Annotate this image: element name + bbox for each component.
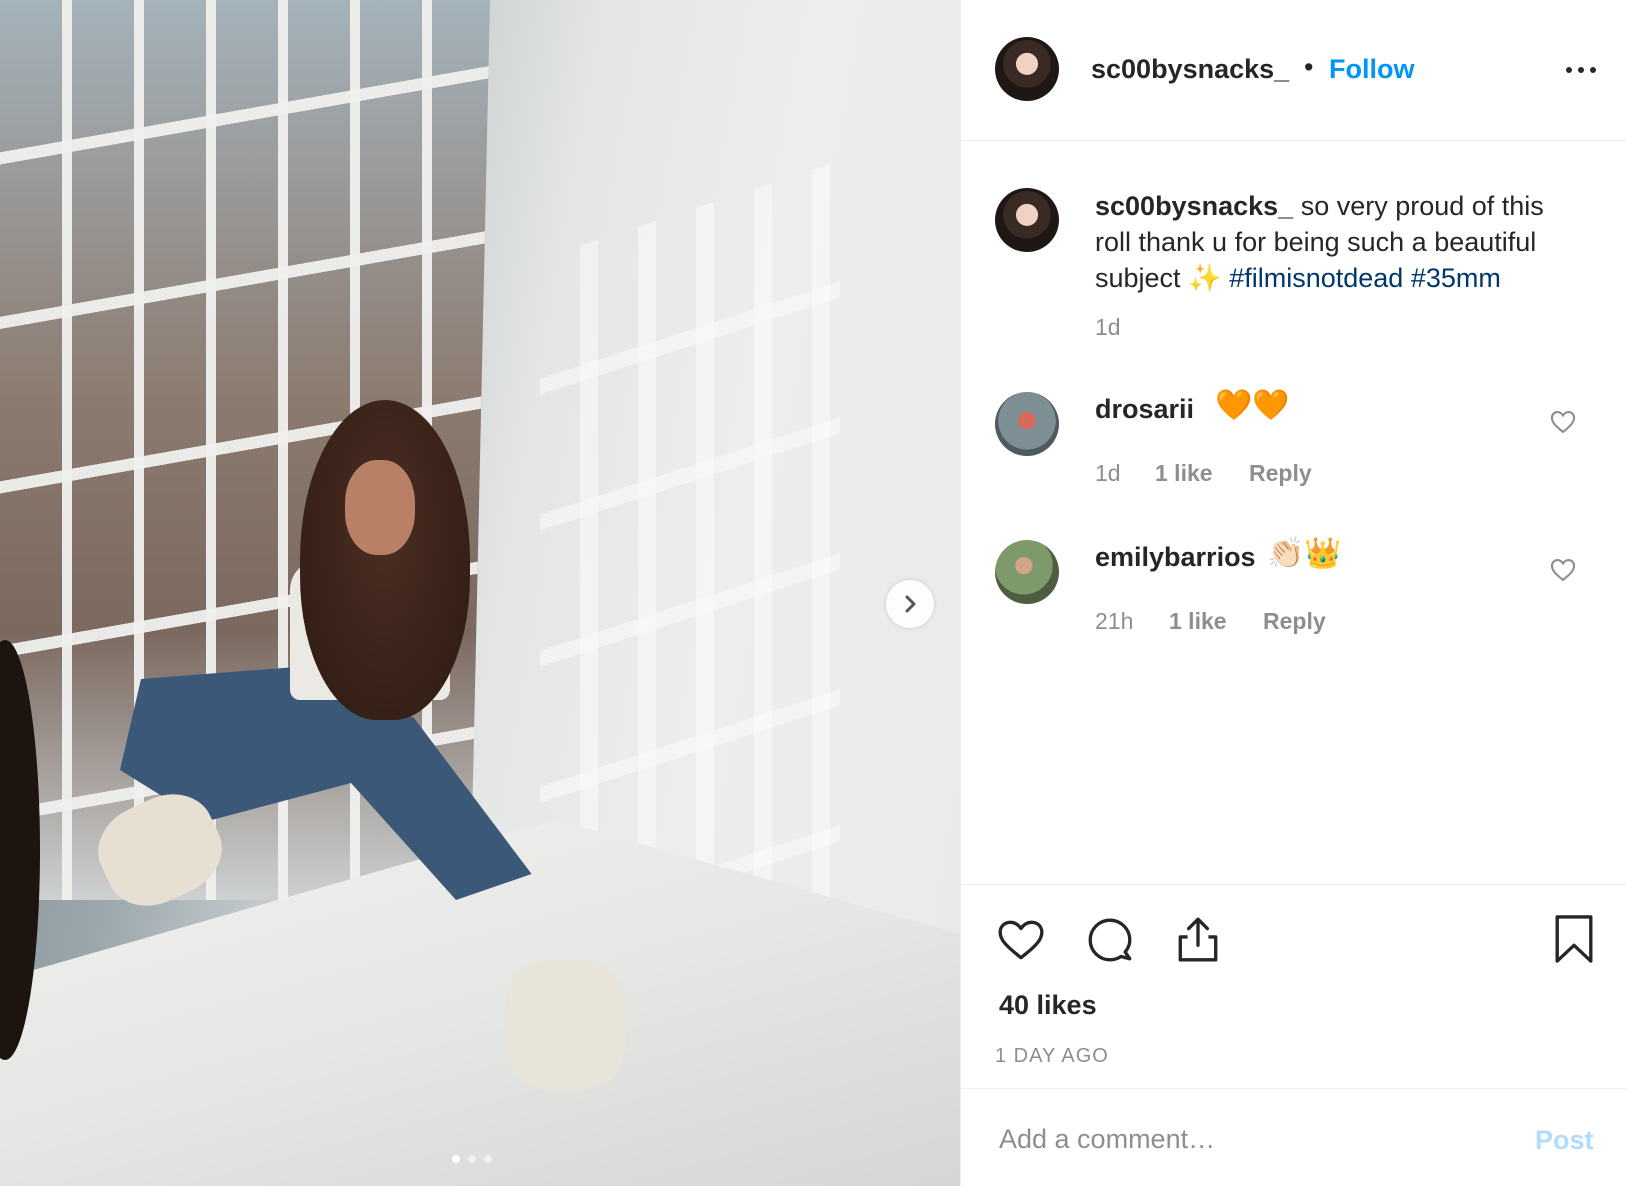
comment-reply-button[interactable]: Reply <box>1263 608 1326 635</box>
post-header: sc00bysnacks_ • Follow <box>961 0 1626 141</box>
author-username[interactable]: sc00bysnacks_ <box>1091 54 1289 85</box>
post-comment-button[interactable]: Post <box>1535 1125 1594 1156</box>
comment-username[interactable]: emilybarrios <box>1095 542 1256 573</box>
post-photo[interactable] <box>0 0 960 1186</box>
comment-bubble-icon[interactable] <box>1085 915 1135 965</box>
comment-reply-label[interactable]: Reply <box>1249 460 1312 486</box>
comment-timestamp[interactable]: 1d <box>1095 460 1121 487</box>
caption-emoji: ✨ <box>1188 263 1222 293</box>
comment-reply-button[interactable]: Reply <box>1249 460 1312 487</box>
photo-figure-face <box>345 460 415 555</box>
carousel-indicator <box>452 1155 492 1163</box>
comment-timestamp[interactable]: 21h <box>1095 608 1133 635</box>
more-options-button[interactable] <box>1561 50 1601 90</box>
like-heart-icon[interactable] <box>995 915 1047 965</box>
post-details-panel: sc00bysnacks_ • Follow sc00bysnacks_ so … <box>960 0 1626 1186</box>
comment-likes-text[interactable]: 1 like <box>1169 608 1227 634</box>
comment-text: 🧡🧡 <box>1215 389 1290 422</box>
comment-username[interactable]: drosarii <box>1095 394 1194 425</box>
photo-shoe-right <box>505 960 625 1090</box>
chevron-right-icon <box>905 595 916 613</box>
commenter-avatar[interactable] <box>995 392 1059 456</box>
follow-button[interactable]: Follow <box>1329 54 1414 85</box>
carousel-next-button[interactable] <box>886 580 934 628</box>
carousel-dot-2 <box>468 1155 476 1163</box>
comment-text: 👏🏻👑 <box>1267 537 1342 570</box>
caption-timestamp[interactable]: 1d <box>1095 314 1121 341</box>
comment-like-icon[interactable] <box>1549 556 1577 584</box>
caption-username[interactable]: sc00bysnacks_ <box>1095 191 1293 221</box>
bookmark-icon[interactable] <box>1553 913 1595 965</box>
more-options-icon <box>1566 67 1596 73</box>
header-separator: • <box>1304 52 1314 82</box>
author-avatar[interactable] <box>995 37 1059 101</box>
post-timestamp[interactable]: 1 DAY AGO <box>995 1045 1109 1068</box>
photo-figure-hair <box>300 400 470 720</box>
comment-likes-count[interactable]: 1 like <box>1169 608 1227 635</box>
hashtag-link[interactable]: #filmisnotdead <box>1229 263 1403 293</box>
hashtag-link[interactable]: #35mm <box>1411 263 1501 293</box>
comment-input[interactable] <box>997 1113 1501 1165</box>
caption-author-avatar[interactable] <box>995 188 1059 252</box>
likes-count[interactable]: 40 likes <box>999 990 1097 1021</box>
share-icon[interactable] <box>1173 913 1223 965</box>
comment-reply-label[interactable]: Reply <box>1263 608 1326 634</box>
commenter-avatar[interactable] <box>995 540 1059 604</box>
carousel-dot-1 <box>452 1155 460 1163</box>
comment-likes-count[interactable]: 1 like <box>1155 460 1213 487</box>
comment-likes-text[interactable]: 1 like <box>1155 460 1213 486</box>
post-caption: sc00bysnacks_ so very proud of this roll… <box>1095 188 1575 296</box>
comment-like-icon[interactable] <box>1549 408 1577 436</box>
add-comment-bar: Post <box>961 1088 1626 1187</box>
carousel-dot-3 <box>484 1155 492 1163</box>
